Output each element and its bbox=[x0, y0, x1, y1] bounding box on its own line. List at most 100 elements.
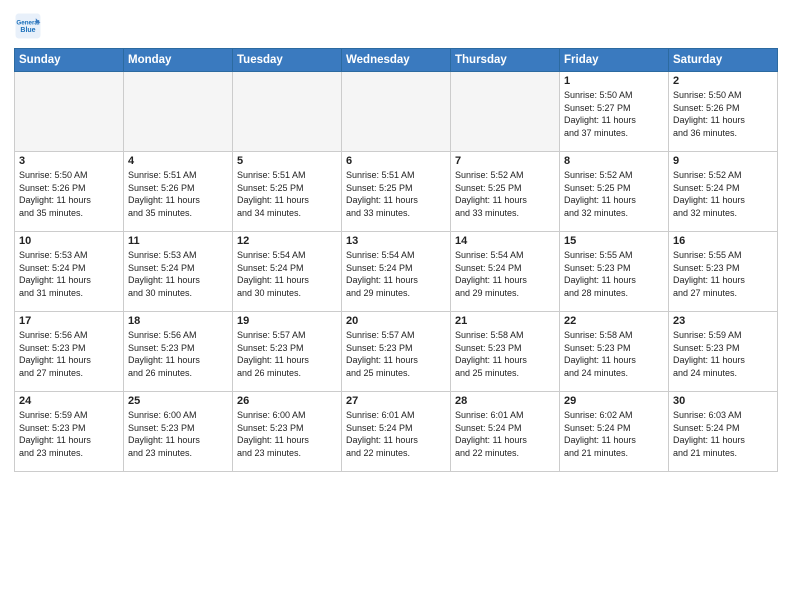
weekday-header-sunday: Sunday bbox=[15, 49, 124, 72]
cell-info: Sunrise: 6:02 AMSunset: 5:24 PMDaylight:… bbox=[564, 409, 664, 459]
cell-info: Sunrise: 5:59 AMSunset: 5:23 PMDaylight:… bbox=[19, 409, 119, 459]
cell-info: Sunrise: 5:56 AMSunset: 5:23 PMDaylight:… bbox=[128, 329, 228, 379]
calendar-cell: 24 Sunrise: 5:59 AMSunset: 5:23 PMDayligh… bbox=[15, 392, 124, 472]
week-row-3: 17 Sunrise: 5:56 AMSunset: 5:23 PMDayligh… bbox=[15, 312, 778, 392]
day-number: 10 bbox=[19, 235, 119, 247]
cell-info: Sunrise: 5:54 AMSunset: 5:24 PMDaylight:… bbox=[237, 249, 337, 299]
header: General Blue bbox=[14, 12, 778, 40]
cell-info: Sunrise: 6:00 AMSunset: 5:23 PMDaylight:… bbox=[128, 409, 228, 459]
day-number: 24 bbox=[19, 395, 119, 407]
weekday-header-saturday: Saturday bbox=[669, 49, 778, 72]
day-number: 13 bbox=[346, 235, 446, 247]
calendar-cell bbox=[342, 72, 451, 152]
cell-info: Sunrise: 5:50 AMSunset: 5:26 PMDaylight:… bbox=[19, 169, 119, 219]
calendar-cell: 5 Sunrise: 5:51 AMSunset: 5:25 PMDaylight… bbox=[233, 152, 342, 232]
calendar-cell: 22 Sunrise: 5:58 AMSunset: 5:23 PMDayligh… bbox=[560, 312, 669, 392]
weekday-header-wednesday: Wednesday bbox=[342, 49, 451, 72]
calendar-cell: 6Sunrise: 5:51 AMSunset: 5:25 PMDaylight… bbox=[342, 152, 451, 232]
cell-info: Sunrise: 5:55 AMSunset: 5:23 PMDaylight:… bbox=[564, 249, 664, 299]
calendar-cell: 23Sunrise: 5:59 AMSunset: 5:23 PMDayligh… bbox=[669, 312, 778, 392]
calendar-cell: 28 Sunrise: 6:01 AMSunset: 5:24 PMDayligh… bbox=[451, 392, 560, 472]
cell-info: Sunrise: 5:51 AMSunset: 5:25 PMDaylight:… bbox=[237, 169, 337, 219]
day-number: 11 bbox=[128, 235, 228, 247]
cell-info: Sunrise: 6:01 AMSunset: 5:24 PMDaylight:… bbox=[455, 409, 555, 459]
cell-info: Sunrise: 5:52 AMSunset: 5:25 PMDaylight:… bbox=[564, 169, 664, 219]
weekday-header-friday: Friday bbox=[560, 49, 669, 72]
page: General Blue SundayMondayTuesdayWednesda… bbox=[0, 0, 792, 612]
calendar-cell: 10 Sunrise: 5:53 AMSunset: 5:24 PMDayligh… bbox=[15, 232, 124, 312]
cell-info: Sunrise: 5:57 AMSunset: 5:23 PMDaylight:… bbox=[237, 329, 337, 379]
calendar-cell: 13 Sunrise: 5:54 AMSunset: 5:24 PMDayligh… bbox=[342, 232, 451, 312]
calendar-cell: 18 Sunrise: 5:56 AMSunset: 5:23 PMDayligh… bbox=[124, 312, 233, 392]
day-number: 18 bbox=[128, 315, 228, 327]
calendar-cell: 30 Sunrise: 6:03 AMSunset: 5:24 PMDayligh… bbox=[669, 392, 778, 472]
calendar-cell: 2 Sunrise: 5:50 AMSunset: 5:26 PMDaylight… bbox=[669, 72, 778, 152]
cell-info: Sunrise: 5:52 AMSunset: 5:25 PMDaylight:… bbox=[455, 169, 555, 219]
calendar-cell: 12 Sunrise: 5:54 AMSunset: 5:24 PMDayligh… bbox=[233, 232, 342, 312]
calendar-cell bbox=[451, 72, 560, 152]
day-number: 28 bbox=[455, 395, 555, 407]
calendar-table: SundayMondayTuesdayWednesdayThursdayFrid… bbox=[14, 48, 778, 472]
day-number: 5 bbox=[237, 155, 337, 167]
calendar-cell bbox=[233, 72, 342, 152]
calendar-cell: 17 Sunrise: 5:56 AMSunset: 5:23 PMDayligh… bbox=[15, 312, 124, 392]
week-row-1: 3 Sunrise: 5:50 AMSunset: 5:26 PMDaylight… bbox=[15, 152, 778, 232]
weekday-header-monday: Monday bbox=[124, 49, 233, 72]
calendar-cell bbox=[15, 72, 124, 152]
week-row-4: 24 Sunrise: 5:59 AMSunset: 5:23 PMDayligh… bbox=[15, 392, 778, 472]
day-number: 9 bbox=[673, 155, 773, 167]
cell-info: Sunrise: 5:55 AMSunset: 5:23 PMDaylight:… bbox=[673, 249, 773, 299]
day-number: 15 bbox=[564, 235, 664, 247]
cell-info: Sunrise: 5:50 AMSunset: 5:26 PMDaylight:… bbox=[673, 89, 773, 139]
cell-info: Sunrise: 5:52 AMSunset: 5:24 PMDaylight:… bbox=[673, 169, 773, 219]
cell-info: Sunrise: 6:01 AMSunset: 5:24 PMDaylight:… bbox=[346, 409, 446, 459]
calendar-cell: 8 Sunrise: 5:52 AMSunset: 5:25 PMDaylight… bbox=[560, 152, 669, 232]
logo-icon: General Blue bbox=[14, 12, 42, 40]
calendar-cell: 4Sunrise: 5:51 AMSunset: 5:26 PMDaylight… bbox=[124, 152, 233, 232]
day-number: 23 bbox=[673, 315, 773, 327]
cell-info: Sunrise: 5:56 AMSunset: 5:23 PMDaylight:… bbox=[19, 329, 119, 379]
calendar-cell: 1Sunrise: 5:50 AMSunset: 5:27 PMDaylight… bbox=[560, 72, 669, 152]
cell-info: Sunrise: 5:57 AMSunset: 5:23 PMDaylight:… bbox=[346, 329, 446, 379]
calendar-cell: 29 Sunrise: 6:02 AMSunset: 5:24 PMDayligh… bbox=[560, 392, 669, 472]
calendar-cell: 3 Sunrise: 5:50 AMSunset: 5:26 PMDaylight… bbox=[15, 152, 124, 232]
day-number: 21 bbox=[455, 315, 555, 327]
day-number: 2 bbox=[673, 75, 773, 87]
day-number: 8 bbox=[564, 155, 664, 167]
cell-info: Sunrise: 5:54 AMSunset: 5:24 PMDaylight:… bbox=[455, 249, 555, 299]
day-number: 27 bbox=[346, 395, 446, 407]
calendar-cell: 11 Sunrise: 5:53 AMSunset: 5:24 PMDayligh… bbox=[124, 232, 233, 312]
cell-info: Sunrise: 5:51 AMSunset: 5:25 PMDaylight:… bbox=[346, 169, 446, 219]
day-number: 17 bbox=[19, 315, 119, 327]
cell-info: Sunrise: 5:50 AMSunset: 5:27 PMDaylight:… bbox=[564, 89, 664, 139]
weekday-header-row: SundayMondayTuesdayWednesdayThursdayFrid… bbox=[15, 49, 778, 72]
day-number: 22 bbox=[564, 315, 664, 327]
weekday-header-tuesday: Tuesday bbox=[233, 49, 342, 72]
svg-text:Blue: Blue bbox=[20, 27, 35, 34]
cell-info: Sunrise: 5:53 AMSunset: 5:24 PMDaylight:… bbox=[128, 249, 228, 299]
day-number: 12 bbox=[237, 235, 337, 247]
day-number: 3 bbox=[19, 155, 119, 167]
week-row-2: 10 Sunrise: 5:53 AMSunset: 5:24 PMDayligh… bbox=[15, 232, 778, 312]
day-number: 29 bbox=[564, 395, 664, 407]
cell-info: Sunrise: 5:58 AMSunset: 5:23 PMDaylight:… bbox=[564, 329, 664, 379]
calendar-cell: 25Sunrise: 6:00 AMSunset: 5:23 PMDayligh… bbox=[124, 392, 233, 472]
calendar-cell: 19 Sunrise: 5:57 AMSunset: 5:23 PMDayligh… bbox=[233, 312, 342, 392]
day-number: 20 bbox=[346, 315, 446, 327]
calendar-cell: 14 Sunrise: 5:54 AMSunset: 5:24 PMDayligh… bbox=[451, 232, 560, 312]
day-number: 14 bbox=[455, 235, 555, 247]
cell-info: Sunrise: 6:03 AMSunset: 5:24 PMDaylight:… bbox=[673, 409, 773, 459]
calendar-cell: 16 Sunrise: 5:55 AMSunset: 5:23 PMDayligh… bbox=[669, 232, 778, 312]
calendar-cell: 15 Sunrise: 5:55 AMSunset: 5:23 PMDayligh… bbox=[560, 232, 669, 312]
cell-info: Sunrise: 5:54 AMSunset: 5:24 PMDaylight:… bbox=[346, 249, 446, 299]
calendar-cell: 9 Sunrise: 5:52 AMSunset: 5:24 PMDaylight… bbox=[669, 152, 778, 232]
cell-info: Sunrise: 5:53 AMSunset: 5:24 PMDaylight:… bbox=[19, 249, 119, 299]
calendar-cell: 27 Sunrise: 6:01 AMSunset: 5:24 PMDayligh… bbox=[342, 392, 451, 472]
day-number: 26 bbox=[237, 395, 337, 407]
day-number: 30 bbox=[673, 395, 773, 407]
day-number: 19 bbox=[237, 315, 337, 327]
day-number: 16 bbox=[673, 235, 773, 247]
weekday-header-thursday: Thursday bbox=[451, 49, 560, 72]
week-row-0: 1Sunrise: 5:50 AMSunset: 5:27 PMDaylight… bbox=[15, 72, 778, 152]
calendar-cell: 7Sunrise: 5:52 AMSunset: 5:25 PMDaylight… bbox=[451, 152, 560, 232]
